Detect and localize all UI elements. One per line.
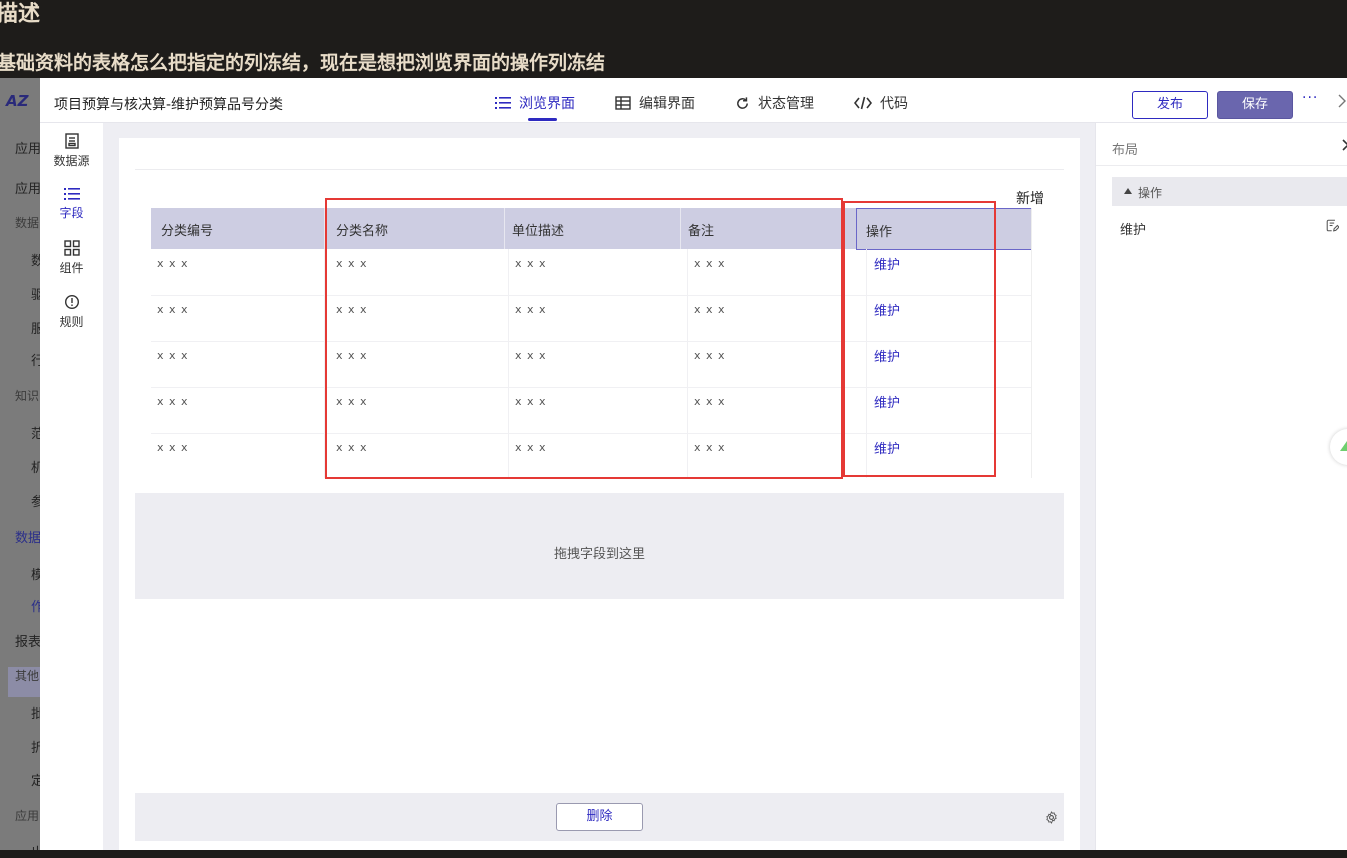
tab-edit-label: 编辑界面 xyxy=(639,96,695,112)
save-button[interactable]: 保存 xyxy=(1217,91,1293,119)
bg-item-sub-11[interactable]: 折 xyxy=(31,737,40,756)
bg-item-report[interactable]: 报表 xyxy=(15,631,40,650)
table-scrollbar[interactable] xyxy=(1031,208,1049,478)
tab-browse-label: 浏览界面 xyxy=(519,96,575,112)
tab-state[interactable]: 状态管理 xyxy=(735,93,814,113)
bg-item-sub-9[interactable]: 作 xyxy=(31,596,40,615)
form-footer: 删除 xyxy=(135,793,1064,841)
annotation-box-data-columns xyxy=(325,198,843,479)
code-icon xyxy=(854,96,872,110)
field-dropzone[interactable]: 拖拽字段到这里 xyxy=(135,493,1064,599)
cell-code: x x x xyxy=(157,349,189,362)
annotation-box-action-column xyxy=(843,201,996,477)
cell-code: x x x xyxy=(157,257,189,270)
bg-item-sub-12[interactable]: 定 xyxy=(31,770,40,789)
bg-item-app-3[interactable]: 应用 xyxy=(15,807,39,824)
nav-datasource[interactable]: 数据源 xyxy=(40,133,103,169)
nav-fields[interactable]: 字段 xyxy=(40,187,103,221)
bottom-strip xyxy=(0,850,1347,858)
right-panel-title: 布局 xyxy=(1112,143,1139,158)
layout-group-action[interactable]: 操作 xyxy=(1112,177,1347,206)
bg-item-sub-13[interactable]: 出 xyxy=(31,842,40,850)
nav-components-label: 组件 xyxy=(59,261,84,275)
bg-item-sub-2[interactable]: 驱 xyxy=(31,284,40,303)
layout-group-label: 操作 xyxy=(1138,186,1163,200)
divider xyxy=(1096,165,1347,166)
rules-icon xyxy=(64,294,79,310)
nav-datasource-label: 数据源 xyxy=(53,154,90,168)
nav-components[interactable]: 组件 xyxy=(40,240,103,276)
divider xyxy=(135,169,1064,170)
collapse-icon[interactable] xyxy=(1342,139,1347,151)
bg-item-data-1[interactable]: 数据 xyxy=(15,214,39,231)
add-button[interactable]: 新增 xyxy=(1016,188,1044,208)
tab-state-label: 状态管理 xyxy=(758,96,814,112)
tab-code-label: 代码 xyxy=(880,96,908,112)
bg-item-sub-1[interactable]: 数 xyxy=(31,250,40,269)
bg-item-data-2[interactable]: 数据 xyxy=(15,527,40,546)
app-logo: AZ xyxy=(6,92,29,110)
list-icon xyxy=(495,97,511,109)
delete-button[interactable]: 删除 xyxy=(556,803,643,831)
bg-item-app-2[interactable]: 应用 xyxy=(15,178,40,197)
tab-code[interactable]: 代码 xyxy=(854,93,908,113)
nav-rules[interactable]: 规则 xyxy=(40,294,103,330)
bg-item-knowledge[interactable]: 知识 xyxy=(15,387,39,404)
dropzone-label: 拖拽字段到这里 xyxy=(553,547,645,562)
question-body: 基础资料的表格怎么把指定的列冻结，现在是想把浏览界面的操作列冻结 xyxy=(0,52,606,74)
active-tab-indicator xyxy=(528,118,557,121)
tab-browse[interactable]: 浏览界面 xyxy=(495,93,575,113)
table-icon xyxy=(615,96,631,110)
bg-item-other[interactable]: 其他 xyxy=(15,667,39,684)
bg-item-sub-5[interactable]: 范 xyxy=(31,423,40,442)
background-sidebar: AZ 应用 应用 数据 数 驱 服 行 知识 范 机 参 数据 模 作 报表 其… xyxy=(0,78,40,850)
layout-item-maintain[interactable]: 维护 xyxy=(1120,219,1146,238)
top-bar: 项目预算与核决算-维护预算品号分类 浏览界面 编辑界面 状态管理 代码 发布 保… xyxy=(40,78,1347,123)
refresh-icon xyxy=(737,96,748,109)
bg-item-sub-8[interactable]: 模 xyxy=(31,564,40,583)
components-icon xyxy=(63,240,80,256)
bg-item-sub-10[interactable]: 批 xyxy=(31,703,40,722)
nav-fields-label: 字段 xyxy=(59,206,84,220)
more-icon[interactable]: ··· xyxy=(1302,90,1318,106)
gear-icon[interactable] xyxy=(1045,811,1058,824)
cell-code: x x x xyxy=(157,303,189,316)
datasource-icon xyxy=(64,133,79,149)
tab-edit[interactable]: 编辑界面 xyxy=(615,93,695,113)
bg-item-sub-6[interactable]: 机 xyxy=(31,457,40,476)
cell-code: x x x xyxy=(157,395,189,408)
assistant-icon xyxy=(1340,441,1347,451)
bg-item-sub-4[interactable]: 行 xyxy=(31,350,40,369)
left-nav: 数据源 字段 组件 规则 xyxy=(40,123,103,850)
nav-rules-label: 规则 xyxy=(59,315,84,329)
column-header-code[interactable]: 分类编号 xyxy=(161,220,213,239)
edit-icon[interactable] xyxy=(1326,219,1339,232)
page-title: 项目预算与核决算-维护预算品号分类 xyxy=(54,97,284,113)
chevron-right-icon[interactable] xyxy=(1337,94,1347,108)
bg-item-sub-3[interactable]: 服 xyxy=(31,318,40,337)
bg-item-app-1[interactable]: 应用 xyxy=(15,138,40,157)
caret-up-icon xyxy=(1124,188,1132,194)
cell-code: x x x xyxy=(157,441,189,454)
bg-item-sub-7[interactable]: 参 xyxy=(31,491,40,510)
fields-icon xyxy=(63,188,80,200)
question-title: 描述 xyxy=(0,2,41,27)
right-panel: 布局 操作 维护 xyxy=(1095,123,1347,850)
publish-button[interactable]: 发布 xyxy=(1132,91,1208,119)
